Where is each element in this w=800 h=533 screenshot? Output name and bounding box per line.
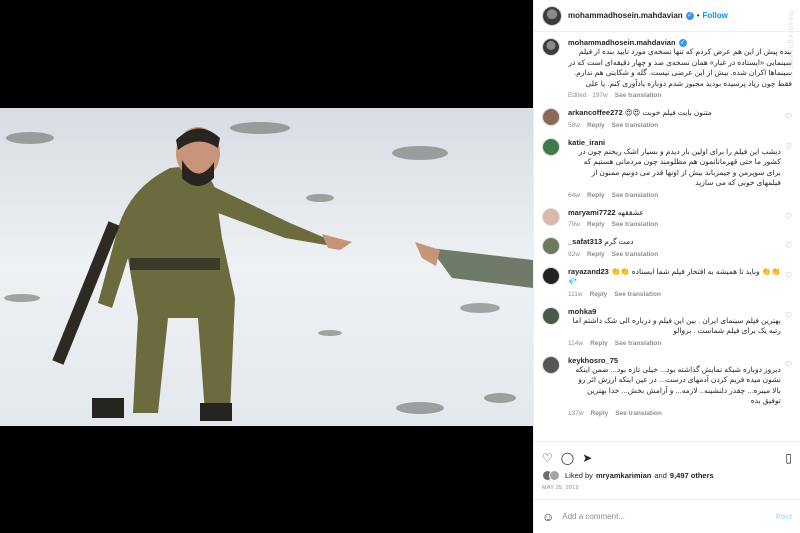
comment-username[interactable]: mohka9 [568,307,781,316]
separator-dot: • [696,11,700,20]
post-media[interactable] [0,0,533,533]
comment-username[interactable]: arkancoffee272 [568,108,623,117]
heart-icon[interactable]: ♡ [542,451,553,465]
comments-list[interactable]: mohammadhosein.mahdavian ✓ بنده پیش از ای… [534,32,800,441]
liked-by-and: and [654,471,667,480]
share-icon[interactable]: ➤ [582,451,592,465]
comment-username[interactable]: maryami7722 [568,208,616,217]
comment-time: 111w [568,290,583,298]
comment-item: katie_irani دیشب این فیلم را برای اولین … [542,137,792,199]
comment-username[interactable]: keykhosro_75 [568,356,781,365]
like-comment-heart-icon[interactable]: ♡ [785,241,792,250]
post-panel: mashreghnews.ir mohammadhosein.mahdavian… [533,0,800,533]
author-avatar[interactable] [542,5,562,26]
verified-badge-icon: ✓ [678,38,687,47]
post-actions: ♡ ◯ ➤ ▯ Liked by mryamkarimian and 9,497… [534,441,800,491]
liked-by: Liked by mryamkarimian and 9,497 others [542,470,792,481]
reply-button[interactable]: Reply [587,221,605,228]
commenter-avatar[interactable] [542,207,560,226]
watermark: mashreghnews.ir [787,10,794,79]
like-comment-heart-icon[interactable]: ♡ [785,311,792,320]
follow-button[interactable]: Follow [703,11,728,20]
comment-time: 137w [568,409,584,417]
comment-text: دمت گرم [604,237,634,246]
comment-item: mohka9 بهترین فیلم سینمای ایران . بین ای… [542,306,792,347]
comment-time: 79w [568,221,580,228]
author-username[interactable]: mohammadhosein.mahdavian [568,11,683,20]
caption-text: بنده پیش از این هم عرض کردم که تنها نسخه… [568,47,792,88]
comment-username[interactable]: katie_irani [568,138,781,147]
post-header: mohammadhosein.mahdavian ✓ • Follow [534,0,800,32]
instagram-post-view: mashreghnews.ir mohammadhosein.mahdavian… [0,0,800,533]
like-comment-heart-icon[interactable]: ♡ [785,212,792,221]
commenter-avatar[interactable] [542,355,560,374]
reply-button[interactable]: Reply [587,251,605,258]
save-icon[interactable]: ▯ [785,451,792,465]
like-comment-heart-icon[interactable]: ♡ [785,271,792,280]
see-translation-link[interactable]: See translation [615,340,662,347]
post-date: MAY 25, 2019 [542,485,579,491]
reply-button[interactable]: Reply [590,291,608,298]
comment-time: 58w [568,121,580,129]
commenter-avatar[interactable] [542,108,560,126]
caption-username[interactable]: mohammadhosein.mahdavian [568,38,676,47]
see-translation-link[interactable]: See translation [615,410,662,417]
comment-username[interactable]: _safat313 [568,237,602,246]
like-comment-heart-icon[interactable]: ♡ [785,360,792,369]
commenter-avatar[interactable] [542,266,560,285]
like-comment-heart-icon[interactable]: ♡ [785,142,792,151]
comment-time: 114w [568,339,584,347]
comment-time: 64w [568,191,580,199]
comment-icon[interactable]: ◯ [561,451,574,465]
commenter-avatar[interactable] [542,137,560,156]
liked-by-user[interactable]: mryamkarimian [596,471,651,480]
see-translation-link[interactable]: See translation [612,192,659,199]
liker-avatar[interactable] [549,470,560,481]
liked-by-prefix: Liked by [565,471,593,480]
comment-item: arkancoffee272 متنون بابت فیلم خوبت 😍😍 5… [542,108,792,129]
see-translation-link[interactable]: See translation [614,291,661,298]
add-comment-bar: ☺ Add a comment... Post [534,499,800,533]
post-photo [0,108,533,426]
reply-button[interactable]: Reply [591,410,609,417]
add-comment-input[interactable]: Add a comment... [562,512,775,521]
comment-username[interactable]: rayazand23 [568,267,609,276]
caption: mohammadhosein.mahdavian ✓ بنده پیش از ای… [542,38,792,99]
see-translation-link[interactable]: See translation [612,122,659,129]
likes-count[interactable]: 9,497 others [670,471,714,480]
reply-button[interactable]: Reply [590,340,608,347]
comment-text: بهترین فیلم سینمای ایران . بین این فیلم … [572,315,781,336]
comment-text: دیشب این فیلم را برای اولین بار دیدم و ب… [578,146,781,188]
soldier-photo [0,108,533,426]
verified-badge-icon: ✓ [685,11,694,20]
emoji-icon[interactable]: ☺ [542,510,554,524]
see-translation-link[interactable]: See translation [615,92,662,99]
reply-button[interactable]: Reply [587,192,605,199]
commenter-avatar[interactable] [542,237,560,255]
comment-item: maryami7722 عشققهه 79w Reply See translati… [542,207,792,228]
see-translation-link[interactable]: See translation [612,251,659,258]
post-comment-button[interactable]: Post [776,512,792,521]
comment-item: keykhosro_75 دیروز دوباره شبکه نمایش گذا… [542,355,792,417]
comment-text: دیروز دوباره شبکه نمایش گذاشته بود... خی… [575,364,781,406]
author-avatar[interactable] [542,38,560,56]
reply-button[interactable]: Reply [587,122,605,129]
comment-item: rayazand23 👏👏 وباید تا همیشه به افتخار ف… [542,266,792,298]
see-translation-link[interactable]: See translation [612,221,659,228]
comment-text: متنون بابت فیلم خوبت 😍😍 [624,108,712,117]
comment-text: عشققهه [617,207,644,217]
comment-time: 92w [568,250,580,258]
caption-edited: Edited · 197w [568,92,608,99]
commenter-avatar[interactable] [542,306,560,325]
comment-item: _safat313 دمت گرم 92w Reply See translatio… [542,237,792,258]
